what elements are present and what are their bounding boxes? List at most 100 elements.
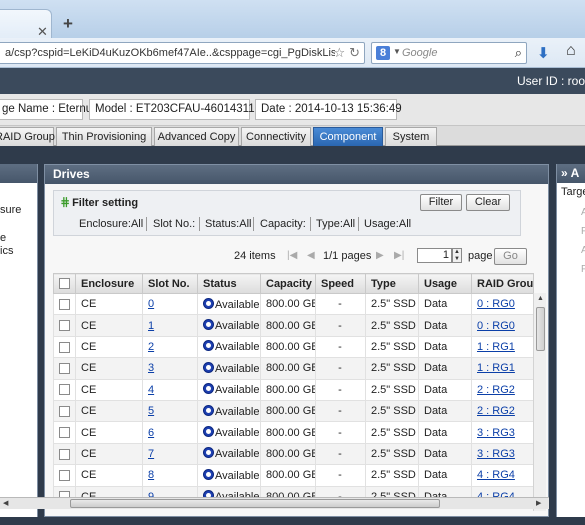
search-bar[interactable]: 8 ▼ Google ⌕ (371, 42, 527, 64)
scroll-thumb[interactable] (536, 307, 545, 351)
slot-link[interactable]: 6 (148, 427, 154, 439)
slot-link[interactable]: 1 (148, 320, 154, 332)
first-page-icon[interactable]: |◀ (287, 250, 297, 261)
cell-capacity: 800.00 GB (260, 292, 316, 316)
row-checkbox[interactable] (58, 341, 70, 353)
slot-link[interactable]: 4 (148, 384, 154, 396)
raid-group-link[interactable]: 3 : RG3 (477, 427, 515, 439)
table-row[interactable]: CE 1 Available 800.00 GB -2.5" SSD Data 0 : RG… (53, 314, 534, 337)
tab-thin-provisioning[interactable]: Thin Provisioning (56, 127, 152, 146)
prev-page-icon[interactable]: ◀ (307, 250, 315, 261)
scroll-right-icon[interactable]: ▶ (536, 498, 541, 509)
table-row[interactable]: CE 4 Available 800.00 GB -2.5" SSD Data 2 : RG… (53, 378, 534, 401)
raid-group-link[interactable]: 3 : RG3 (477, 448, 515, 460)
cell-enclosure: CE (75, 442, 143, 466)
search-engine-icon[interactable]: 8 (376, 46, 390, 60)
left-nav-item-graphics[interactable]: ics (0, 245, 13, 257)
column-header[interactable]: Type (365, 273, 419, 294)
vertical-scrollbar[interactable]: ▲ ▼ (533, 293, 546, 511)
raid-group-link[interactable]: 2 : RG2 (477, 384, 515, 396)
cell-speed: - (315, 314, 366, 337)
chevron-down-icon[interactable]: ▼ (393, 47, 401, 56)
raid-group-link[interactable]: 1 : RG1 (477, 341, 515, 353)
slot-link[interactable]: 8 (148, 469, 154, 481)
close-tab-icon[interactable]: ✕ (37, 25, 48, 39)
search-input[interactable]: Google (402, 47, 437, 59)
table-row[interactable]: CE 7 Available 800.00 GB -2.5" SSD Data 3 : RG… (53, 442, 534, 466)
row-checkbox[interactable] (58, 469, 70, 481)
table-row[interactable]: CE 3 Available 800.00 GB -2.5" SSD Data 1 : RG… (53, 357, 534, 380)
cell-status: Available (197, 335, 261, 359)
column-header[interactable]: Usage (418, 273, 472, 294)
next-page-icon[interactable]: ▶ (376, 250, 384, 261)
clear-button[interactable]: Clear (466, 194, 510, 211)
home-icon[interactable]: ⌂ (566, 42, 576, 60)
left-nav-item[interactable]: e (0, 232, 6, 244)
browser-tab[interactable]: ✕ (0, 9, 52, 39)
address-bar[interactable]: a/csp?cspid=LeKiD4uKuzOKb6mef47AIe..&csp… (0, 42, 365, 64)
row-checkbox[interactable] (58, 427, 70, 439)
filter-button[interactable]: Filter (420, 194, 462, 211)
horizontal-scrollbar[interactable]: ◀ ▶ (0, 497, 549, 509)
column-header[interactable]: Slot No. (142, 273, 198, 294)
cell-raid-group: 2 : RG2 (471, 399, 534, 423)
collapse-icon[interactable]: » (561, 166, 568, 180)
download-icon[interactable]: ⬇ (537, 44, 550, 62)
star-icon[interactable]: ☆ (333, 45, 345, 60)
cell-type: 2.5" SSD (365, 314, 419, 337)
page-number-input[interactable]: 1 (417, 248, 452, 263)
filter-icon: ⋕ (60, 195, 71, 209)
slot-link[interactable]: 7 (148, 448, 154, 460)
tab-advanced-copy[interactable]: Advanced Copy (154, 127, 239, 146)
horizontal-scroll-thumb[interactable] (70, 499, 440, 508)
left-nav-item-enclosure[interactable]: sure (0, 204, 21, 216)
row-checkbox[interactable] (58, 384, 70, 396)
row-checkbox[interactable] (58, 298, 70, 310)
tab-component[interactable]: Component (313, 127, 383, 146)
main-menu: RAID Group Thin Provisioning Advanced Co… (0, 126, 585, 146)
slot-link[interactable]: 3 (148, 362, 154, 374)
select-all-checkbox[interactable] (59, 278, 70, 290)
action-item[interactable]: F (581, 226, 585, 237)
cell-speed: - (315, 335, 366, 359)
slot-link[interactable]: 0 (148, 298, 154, 310)
table-row[interactable]: CE 0 Available 800.00 GB -2.5" SSD Data 0 : RG… (53, 292, 534, 316)
table-row[interactable]: CE 8 Available 800.00 GB -2.5" SSD Data 4 : RG… (53, 464, 534, 487)
row-checkbox[interactable] (58, 405, 70, 417)
raid-group-link[interactable]: 4 : RG4 (477, 469, 515, 481)
slot-link[interactable]: 5 (148, 405, 154, 417)
row-checkbox[interactable] (58, 362, 70, 374)
new-tab-icon[interactable]: + (63, 15, 73, 32)
action-item[interactable]: F (581, 264, 585, 275)
spacer (0, 146, 585, 164)
raid-group-link[interactable]: 0 : RG0 (477, 320, 515, 332)
tab-connectivity[interactable]: Connectivity (241, 127, 311, 146)
go-button[interactable]: Go (494, 248, 527, 265)
url-text[interactable]: a/csp?cspid=LeKiD4uKuzOKb6mef47AIe..&csp… (5, 47, 335, 59)
search-icon[interactable]: ⌕ (515, 45, 522, 61)
scroll-up-icon[interactable]: ▲ (534, 293, 547, 305)
table-row[interactable]: CE 6 Available 800.00 GB -2.5" SSD Data 3 : RG… (53, 421, 534, 444)
scroll-left-icon[interactable]: ◀ (3, 498, 8, 509)
raid-group-link[interactable]: 0 : RG0 (477, 298, 515, 310)
table-row[interactable]: CE 5 Available 800.00 GB -2.5" SSD Data 2 : RG… (53, 399, 534, 423)
slot-link[interactable]: 2 (148, 341, 154, 353)
column-header[interactable]: Enclosure (75, 273, 143, 294)
column-header[interactable]: Capacity (260, 273, 316, 294)
row-checkbox[interactable] (58, 320, 70, 332)
page-stepper[interactable]: ▲ ▼ (452, 248, 462, 263)
column-header[interactable]: Status (197, 273, 261, 294)
last-page-icon[interactable]: ▶| (394, 250, 404, 261)
reload-icon[interactable]: ↻ (349, 45, 360, 60)
action-item[interactable]: A (581, 245, 585, 256)
tab-raid-group[interactable]: RAID Group (0, 127, 55, 146)
tab-system[interactable]: System (385, 127, 437, 146)
raid-group-link[interactable]: 2 : RG2 (477, 405, 515, 417)
column-header[interactable]: RAID Group (471, 273, 534, 294)
cell-slot: 6 (142, 421, 198, 444)
raid-group-link[interactable]: 1 : RG1 (477, 362, 515, 374)
action-item[interactable]: A (581, 207, 585, 218)
table-row[interactable]: CE 2 Available 800.00 GB -2.5" SSD Data 1 : RG… (53, 335, 534, 359)
row-checkbox[interactable] (58, 448, 70, 460)
column-header[interactable]: Speed (315, 273, 366, 294)
